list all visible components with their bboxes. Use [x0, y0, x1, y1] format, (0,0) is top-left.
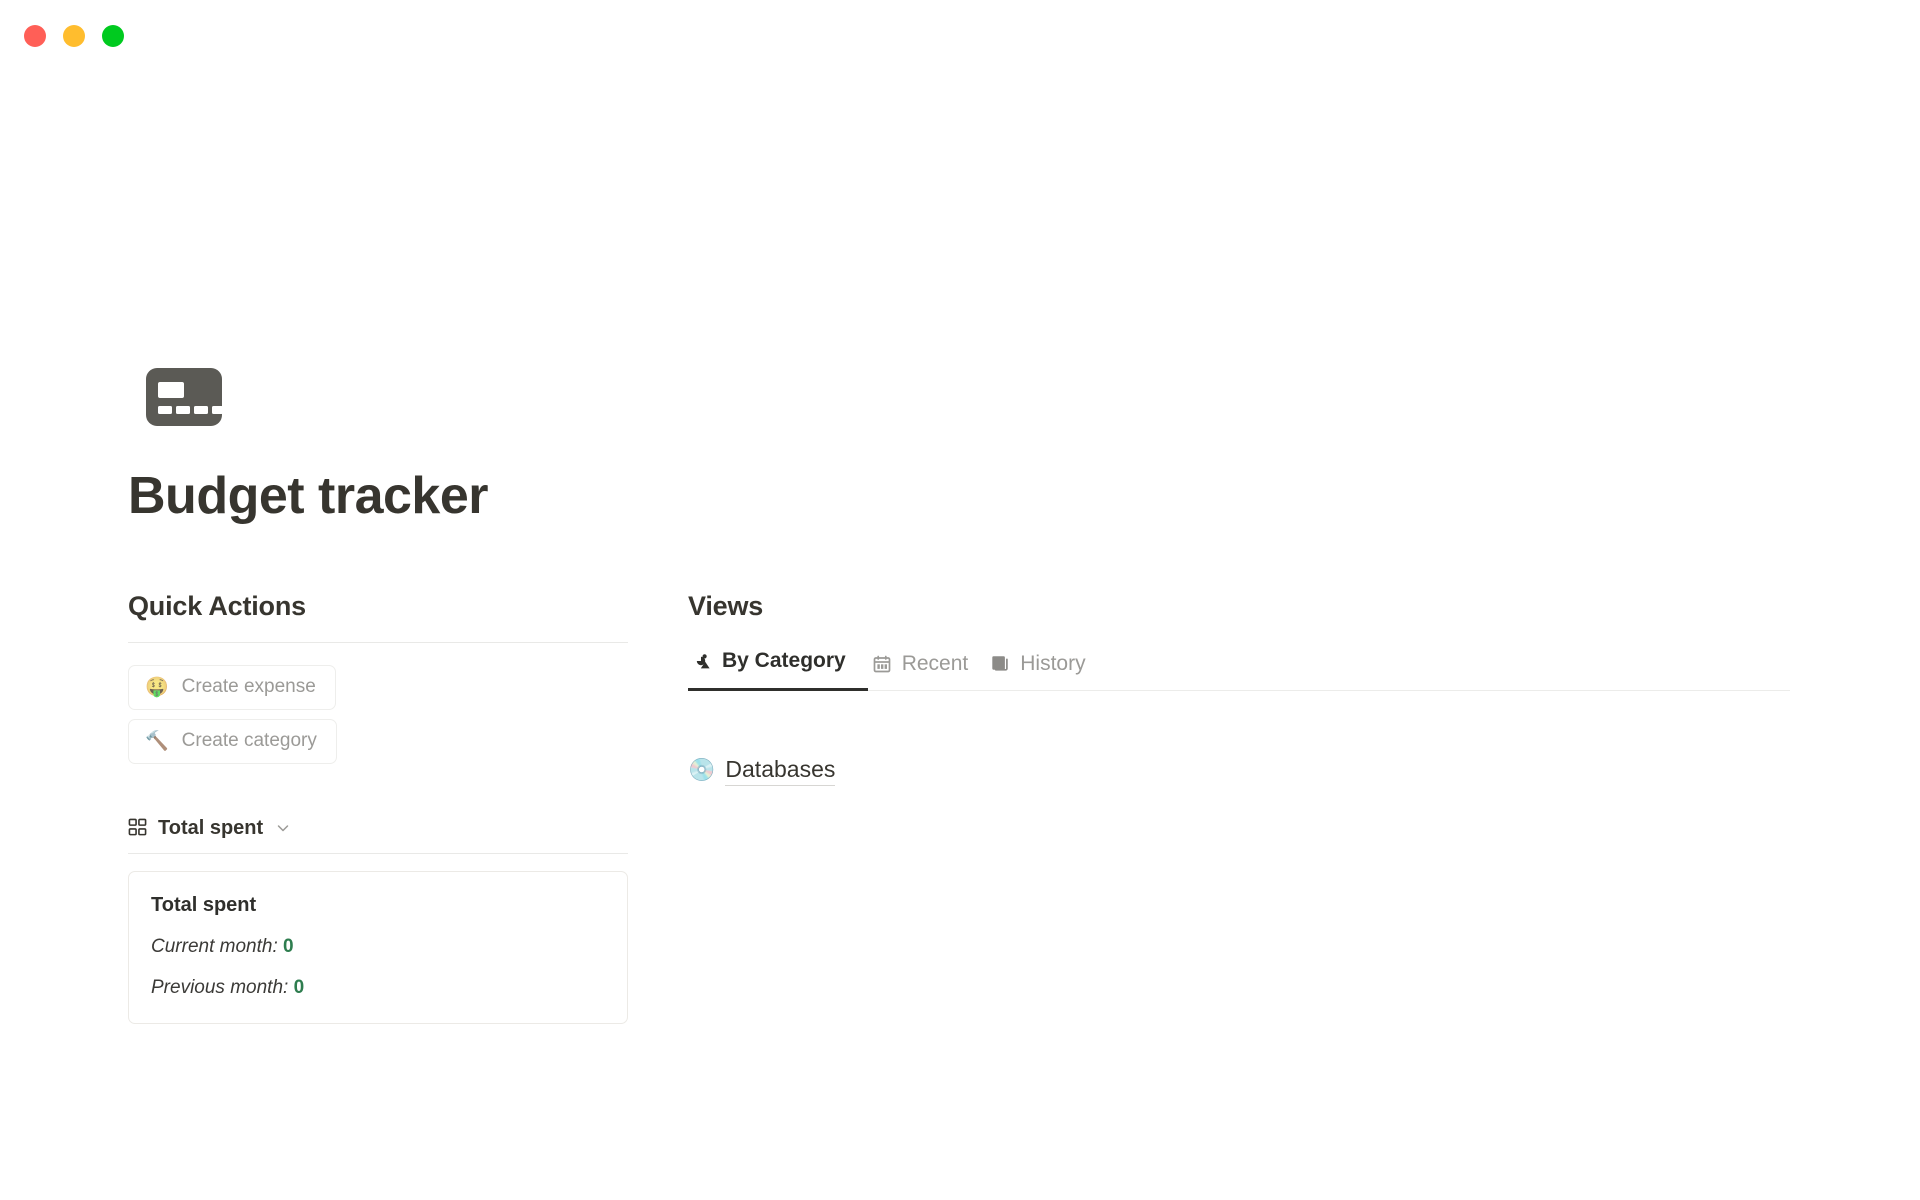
- create-expense-button[interactable]: 🤑 Create expense: [128, 665, 336, 711]
- card-digit-shape: [176, 406, 190, 414]
- grid-icon: [128, 818, 147, 836]
- databases-link[interactable]: 💿 Databases: [688, 755, 836, 787]
- credit-card-icon: [146, 368, 223, 426]
- hammer-emoji: 🔨: [145, 730, 169, 752]
- views-heading: Views: [688, 591, 764, 621]
- previous-month-row: Previous month: 0: [151, 976, 605, 1000]
- views-tabs-wrapper: By Category Recent History: [688, 642, 1790, 691]
- tab-history[interactable]: History: [986, 645, 1103, 690]
- views-column: Views By Category Recent History 💿 Datab…: [688, 590, 1790, 787]
- current-month-label: Current month:: [151, 935, 278, 957]
- tab-by-category[interactable]: By Category: [688, 642, 868, 691]
- total-spent-label: Total spent: [158, 816, 264, 839]
- create-category-label: Create category: [181, 730, 317, 752]
- views-tabs: By Category Recent History: [688, 642, 1790, 691]
- total-spent-section: Total spent Total spent Current month: 0…: [128, 816, 628, 1025]
- quick-actions-divider: [128, 642, 628, 644]
- tab-history-label: History: [1020, 652, 1086, 676]
- card-digit-shape: [194, 406, 208, 414]
- chevron-down-icon[interactable]: [276, 821, 290, 835]
- card-digit-shape: [212, 406, 223, 414]
- create-category-button[interactable]: 🔨 Create category: [128, 719, 337, 764]
- page-content: Budget tracker Quick Actions 🤑 Create ex…: [0, 0, 1920, 1200]
- total-spent-divider: [128, 852, 628, 854]
- card-digit-shape: [158, 406, 172, 414]
- previous-month-value: 0: [293, 976, 305, 998]
- shapes-icon: [696, 654, 710, 669]
- optical-disc-emoji: 💿: [688, 757, 716, 783]
- quick-actions-heading: Quick Actions: [128, 591, 306, 621]
- current-month-value: 0: [283, 935, 294, 957]
- quick-actions-column: Quick Actions 🤑 Create expense 🔨 Create …: [128, 590, 628, 1025]
- calendar-icon: [873, 655, 891, 673]
- copy-pages-icon: [992, 656, 1008, 671]
- tab-recent[interactable]: Recent: [868, 645, 987, 690]
- previous-month-label: Previous month:: [151, 976, 289, 998]
- tab-recent-label: Recent: [901, 652, 969, 676]
- quick-actions-list: 🤑 Create expense 🔨 Create category: [128, 665, 628, 764]
- page-title: Budget tracker: [128, 467, 489, 525]
- total-spent-card: Total spent Current month: 0 Previous mo…: [128, 870, 628, 1025]
- current-month-row: Current month: 0: [151, 935, 605, 959]
- create-expense-label: Create expense: [181, 676, 316, 698]
- money-mouth-face-emoji: 🤑: [145, 677, 169, 699]
- databases-link-label: Databases: [725, 755, 836, 787]
- card-chip-shape: [158, 382, 184, 398]
- total-spent-toggle[interactable]: Total spent: [128, 816, 628, 840]
- tab-by-category-label: By Category: [722, 649, 846, 673]
- total-spent-card-title: Total spent: [151, 893, 257, 916]
